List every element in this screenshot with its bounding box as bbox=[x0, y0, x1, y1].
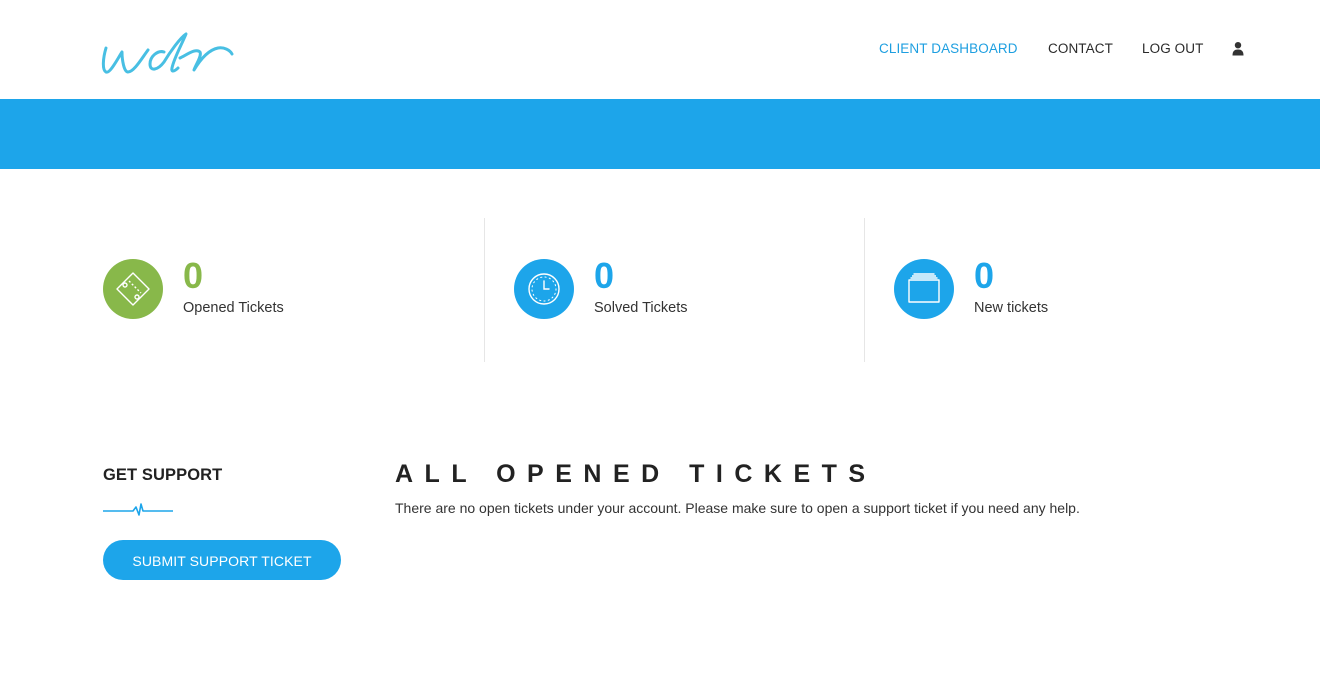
stat-solved-tickets: 0 Solved Tickets bbox=[484, 218, 863, 362]
solved-tickets-label: Solved Tickets bbox=[594, 300, 688, 316]
nav-log-out[interactable]: LOG OUT bbox=[1142, 41, 1203, 56]
opened-tickets-label: Opened Tickets bbox=[183, 300, 284, 316]
nav-contact[interactable]: CONTACT bbox=[1048, 41, 1113, 56]
site-header: CLIENT DASHBOARD CONTACT LOG OUT bbox=[0, 0, 1320, 99]
ticket-icon bbox=[103, 259, 163, 319]
wdr-logo[interactable] bbox=[100, 28, 234, 80]
user-icon[interactable] bbox=[1231, 41, 1245, 57]
nav-client-dashboard[interactable]: CLIENT DASHBOARD bbox=[879, 41, 1018, 56]
new-tickets-label: New tickets bbox=[974, 300, 1049, 316]
stat-new-tickets: 0 New tickets bbox=[864, 218, 1244, 362]
get-support-heading: GET SUPPORT bbox=[103, 466, 223, 484]
new-tickets-count: 0 bbox=[974, 255, 995, 296]
opened-tickets-count: 0 bbox=[183, 255, 204, 296]
solved-tickets-count: 0 bbox=[594, 255, 615, 296]
stack-icon bbox=[894, 259, 954, 319]
hero-banner bbox=[0, 99, 1320, 169]
all-opened-tickets-heading: ALL OPENED TICKETS bbox=[395, 460, 877, 488]
submit-support-ticket-button[interactable]: SUBMIT SUPPORT TICKET bbox=[103, 540, 341, 580]
heartbeat-divider bbox=[103, 503, 173, 516]
clock-icon bbox=[514, 259, 574, 319]
stat-opened-tickets: 0 Opened Tickets bbox=[103, 218, 483, 362]
no-tickets-message: There are no open tickets under your acc… bbox=[395, 500, 1080, 516]
